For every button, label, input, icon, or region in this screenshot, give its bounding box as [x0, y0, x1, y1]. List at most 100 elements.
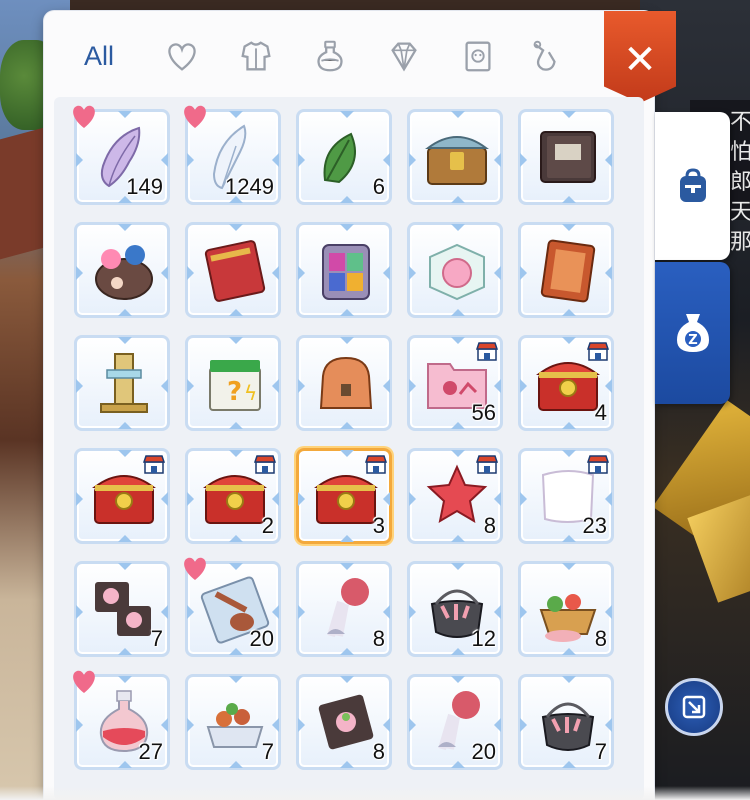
- tab-cards[interactable]: [448, 31, 508, 81]
- item-redbook-icon: [204, 240, 266, 302]
- quick-action-button[interactable]: [665, 678, 723, 736]
- inventory-slot[interactable]: 7: [518, 674, 614, 770]
- item-count: 8: [372, 739, 385, 764]
- item-count: 12: [471, 626, 496, 651]
- gem-icon: [391, 42, 417, 72]
- backpack-icon: [679, 168, 706, 202]
- item-scroll-icon: [540, 239, 596, 303]
- shop-icon: [476, 342, 498, 361]
- inventory-slot[interactable]: 20: [407, 674, 503, 770]
- inventory-slot[interactable]: 8: [296, 674, 392, 770]
- item-count: 20: [471, 739, 496, 764]
- shop-icon: [254, 455, 276, 474]
- bottom-edge: [0, 786, 750, 800]
- inventory-slot[interactable]: [518, 109, 614, 205]
- item-satchel-icon: [319, 356, 373, 409]
- item-leaf-icon: [323, 132, 356, 184]
- tab-consumables[interactable]: [300, 31, 360, 81]
- item-count: 7: [594, 739, 607, 764]
- inventory-slot[interactable]: 1249: [184, 105, 281, 205]
- inventory-slot[interactable]: 2: [185, 448, 281, 544]
- item-basket-icon: [539, 594, 597, 642]
- inventory-slot[interactable]: 7: [74, 561, 170, 657]
- side-tab-zeny[interactable]: Z: [655, 262, 730, 404]
- item-drumstick-icon: [327, 578, 369, 638]
- inventory-slot[interactable]: 6: [296, 109, 392, 205]
- tab-favorites[interactable]: [152, 31, 212, 81]
- svg-text:Z: Z: [688, 333, 697, 348]
- item-count: 27: [138, 739, 163, 764]
- item-count: 7: [150, 626, 163, 651]
- inventory-slot[interactable]: 12: [407, 561, 503, 657]
- inventory-slot[interactable]: [74, 222, 170, 318]
- item-mystery-box-icon: ? ϟ: [209, 360, 261, 411]
- inventory-slot[interactable]: [74, 335, 170, 431]
- heart-icon: [168, 43, 196, 71]
- inventory-slot[interactable]: ? ϟ: [185, 335, 281, 431]
- potion-icon: [317, 40, 343, 72]
- item-count: 8: [372, 626, 385, 651]
- item-count: 3: [372, 513, 385, 538]
- item-chest-blue-icon: [425, 136, 489, 185]
- inventory-slot[interactable]: 149: [73, 105, 170, 205]
- inventory-slot[interactable]: [296, 222, 392, 318]
- item-count: 8: [483, 513, 496, 538]
- shop-icon: [476, 455, 498, 474]
- inventory-slot[interactable]: [185, 222, 281, 318]
- close-button[interactable]: ✕: [604, 11, 676, 103]
- inventory-slot[interactable]: [407, 109, 503, 205]
- inventory-slot[interactable]: 7: [185, 674, 281, 770]
- inventory-slot[interactable]: [407, 222, 503, 318]
- inventory-slot[interactable]: 3: [296, 448, 392, 544]
- item-count: 4: [594, 400, 607, 425]
- item-count: 20: [249, 626, 274, 651]
- item-totem-icon: [100, 353, 148, 413]
- money-bag-icon: Z: [676, 314, 709, 352]
- tab-equipment[interactable]: [226, 31, 286, 81]
- inventory-slot[interactable]: [296, 335, 392, 431]
- inventory-slot[interactable]: 56: [407, 335, 503, 431]
- item-book-icon: [540, 131, 596, 183]
- tab-misc[interactable]: [520, 31, 570, 81]
- item-count: 56: [471, 400, 496, 425]
- item-count: 23: [582, 513, 607, 538]
- favorite-heart-icon: [184, 557, 206, 580]
- inventory-grid: 149 1249 6? ϟ 56 4 2 3 8 23 7 20 8 12 8 27 7 8 20 7: [73, 105, 634, 770]
- shop-icon: [587, 455, 609, 474]
- inventory-slot[interactable]: 20: [184, 557, 281, 657]
- inventory-slot[interactable]: [518, 222, 614, 318]
- shop-icon: [365, 455, 387, 474]
- item-bag-icon: [95, 245, 153, 300]
- item-count: 6: [372, 174, 385, 199]
- item-cube-icon: [429, 243, 485, 301]
- inventory-slot[interactable]: 8: [296, 561, 392, 657]
- inventory-slot[interactable]: 8: [407, 448, 503, 544]
- inventory-slot[interactable]: 4: [518, 335, 614, 431]
- inventory-slot[interactable]: [74, 448, 170, 544]
- inventory-slot[interactable]: 27: [73, 670, 170, 770]
- tab-all[interactable]: All: [64, 31, 134, 81]
- inventory-panel: All ✕ 149 1249 6? ϟ 56 4 2 3 8 23 7 20 8 12 8 27 7 8 20 7: [44, 11, 676, 800]
- shop-icon: [143, 455, 165, 474]
- close-icon: ✕: [623, 37, 657, 83]
- inventory-slot[interactable]: 23: [518, 448, 614, 544]
- item-plates-icon: [95, 582, 151, 636]
- item-count: 8: [594, 626, 607, 651]
- item-count: 1249: [225, 174, 274, 199]
- item-tray-icon: [206, 703, 264, 748]
- item-count: 2: [261, 513, 274, 538]
- inventory-slot[interactable]: 8: [518, 561, 614, 657]
- favorite-heart-icon: [73, 670, 95, 693]
- item-count: 149: [126, 174, 163, 199]
- item-pot-icon: [541, 702, 595, 751]
- favorite-heart-icon: [73, 105, 95, 128]
- expand-icon: [682, 695, 706, 719]
- armor-icon: [241, 41, 271, 71]
- tab-gems[interactable]: [374, 31, 434, 81]
- svg-text:?: ?: [227, 377, 242, 407]
- svg-text:ϟ: ϟ: [244, 381, 257, 405]
- item-count: 7: [261, 739, 274, 764]
- category-tabs: All: [64, 31, 604, 103]
- side-tab-bag[interactable]: [655, 112, 730, 260]
- card-icon: [465, 41, 491, 72]
